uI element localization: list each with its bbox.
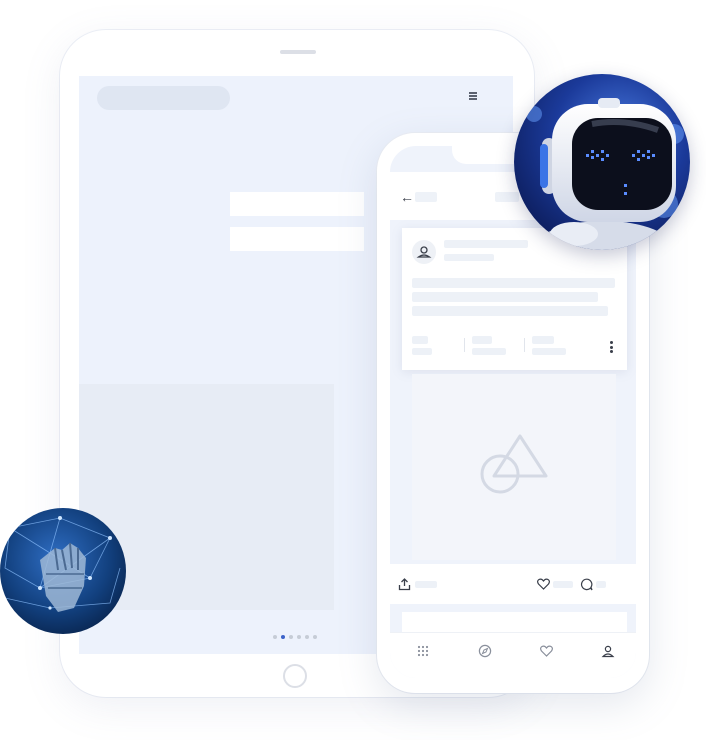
user-icon [416, 246, 432, 258]
stat-placeholder [472, 336, 492, 344]
shapes-placeholder-icon [480, 434, 548, 494]
post-media-placeholder[interactable] [412, 374, 616, 560]
stat-placeholder [532, 336, 554, 344]
stat-placeholder [532, 348, 566, 355]
grid-icon[interactable] [417, 645, 429, 657]
stat-divider [464, 338, 465, 352]
stat-divider [524, 338, 525, 352]
comment-count-placeholder [596, 581, 606, 588]
text-line-placeholder [412, 278, 615, 288]
text-placeholder-block [230, 227, 364, 251]
post-actions-bar [390, 564, 636, 604]
more-vertical-icon[interactable] [610, 341, 613, 355]
user-icon[interactable] [601, 644, 615, 658]
back-arrow-icon[interactable]: ← [400, 190, 414, 204]
stat-placeholder [412, 348, 432, 355]
subtitle-placeholder [444, 254, 494, 261]
stat-placeholder [472, 348, 506, 355]
pagination-dot[interactable] [305, 635, 309, 639]
text-placeholder-block [230, 192, 364, 216]
avatar[interactable] [412, 240, 436, 264]
share-icon[interactable] [398, 578, 411, 591]
stat-placeholder [412, 336, 428, 344]
username-placeholder [444, 240, 528, 248]
pagination-dot-active[interactable] [281, 635, 285, 639]
share-count-placeholder [415, 581, 437, 588]
text-line-placeholder [412, 292, 598, 302]
tablet-home-button[interactable] [283, 664, 307, 688]
pagination-dot[interactable] [289, 635, 293, 639]
hamburger-icon[interactable] [469, 92, 477, 100]
pagination-dots[interactable] [273, 635, 317, 641]
pagination-dot[interactable] [297, 635, 301, 639]
bottom-nav [390, 632, 636, 678]
header-title-placeholder [415, 192, 437, 202]
heart-icon[interactable] [537, 578, 550, 590]
robot-hand-photo [0, 508, 126, 634]
header-action-placeholder [495, 192, 519, 202]
search-placeholder-bar[interactable] [97, 86, 230, 110]
pagination-dot[interactable] [313, 635, 317, 639]
heart-icon[interactable] [540, 645, 553, 657]
text-line-placeholder [412, 306, 608, 316]
like-count-placeholder [553, 581, 573, 588]
tablet-speaker [280, 50, 316, 54]
pagination-dot[interactable] [273, 635, 277, 639]
robot-photo [514, 74, 690, 250]
compass-icon[interactable] [478, 644, 492, 658]
comment-icon[interactable] [580, 578, 593, 591]
